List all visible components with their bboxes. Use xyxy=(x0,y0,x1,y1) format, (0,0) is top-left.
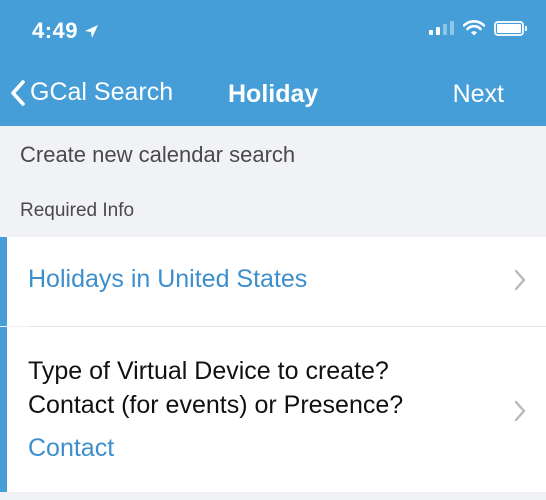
back-button-label[interactable]: GCal Search xyxy=(30,78,173,107)
row-accent-bar xyxy=(0,327,7,492)
page-subtitle: Create new calendar search xyxy=(20,142,296,167)
chevron-left-icon xyxy=(11,79,25,106)
section-header: Required Info xyxy=(20,200,135,221)
nav-header: 4:49 GCal Search Holiday Next xyxy=(0,0,546,126)
location-arrow-icon xyxy=(85,24,99,38)
chevron-right-icon xyxy=(514,400,526,422)
battery-icon xyxy=(494,20,527,36)
row-accent-bar xyxy=(0,237,7,326)
status-bar-indicators xyxy=(429,20,527,36)
calendar-value: Holidays in United States xyxy=(28,265,308,293)
next-button[interactable]: Next xyxy=(453,80,504,109)
wifi-icon xyxy=(463,20,485,36)
device-type-question-line-1: Type of Virtual Device to create? xyxy=(28,357,389,385)
page-title: Holiday xyxy=(228,80,319,108)
device-type-question-line-2: Contact (for events) or Presence? xyxy=(28,391,404,419)
status-bar-time: 4:49 xyxy=(32,18,99,44)
device-type-row[interactable]: Type of Virtual Device to create? Contac… xyxy=(0,327,546,492)
device-type-value: Contact xyxy=(28,434,115,462)
chevron-right-icon xyxy=(514,269,526,291)
back-button[interactable]: GCal Search xyxy=(10,78,173,107)
calendar-select-row[interactable]: Holidays in United States xyxy=(0,237,546,326)
status-time-label: 4:49 xyxy=(32,18,79,43)
cellular-signal-icon xyxy=(429,21,454,35)
